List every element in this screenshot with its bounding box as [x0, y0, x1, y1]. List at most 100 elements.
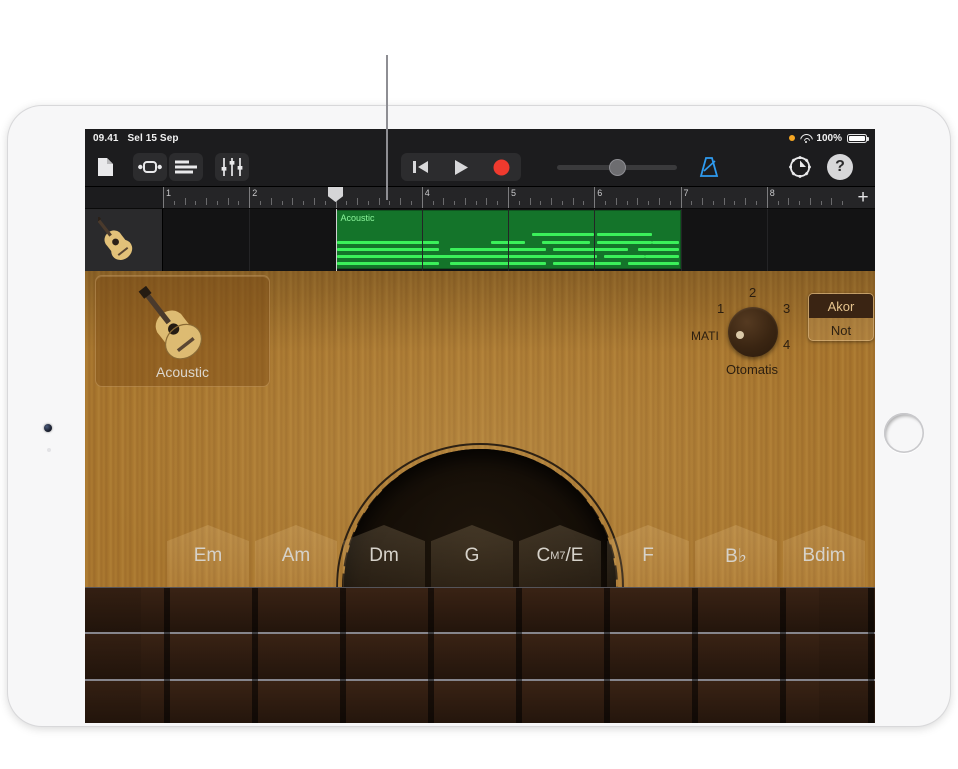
track-lane-divider — [422, 209, 423, 271]
knob-position-2: 2 — [749, 285, 756, 300]
ipad-screen: 09.41 Sel 15 Sep 100% — [85, 129, 875, 723]
autoplay-knob[interactable] — [728, 307, 778, 357]
chord-button-5[interactable]: CM7/E — [519, 525, 601, 587]
ruler-beat-tick — [713, 201, 714, 205]
guitar-string-3[interactable] — [85, 681, 875, 723]
toggle-notes-option[interactable]: Not — [809, 318, 873, 341]
ruler-beat-tick — [379, 198, 380, 205]
record-icon — [493, 159, 510, 176]
midi-note — [433, 255, 556, 258]
ruler-beat-tick — [530, 198, 531, 205]
chord-button-8[interactable]: Bdim — [783, 525, 865, 587]
track-view-button[interactable] — [169, 153, 203, 181]
track-lane-divider — [594, 209, 595, 271]
ruler-bar-number: 5 — [508, 188, 516, 198]
add-track-button[interactable]: + — [853, 188, 873, 208]
ruler-beat-tick — [540, 201, 541, 205]
track-header-acoustic[interactable] — [85, 209, 163, 271]
chord-column-divider — [868, 588, 874, 723]
help-button[interactable]: ? — [827, 154, 853, 180]
callout-leader-line — [386, 55, 388, 200]
status-time: 09.41 — [93, 133, 119, 144]
string-area[interactable] — [85, 587, 875, 723]
ruler-bar-number: 2 — [249, 188, 257, 198]
master-volume-thumb[interactable] — [609, 159, 626, 176]
ruler-beat-tick — [185, 198, 186, 205]
knob-position-1: 1 — [717, 301, 724, 316]
ruler-beat-tick — [831, 198, 832, 205]
ruler-beat-tick — [314, 198, 315, 205]
ruler-bar-number: 8 — [767, 188, 775, 198]
acoustic-guitar-track-icon — [98, 217, 150, 263]
ruler-beat-tick — [519, 201, 520, 205]
ruler-beat-tick — [346, 201, 347, 205]
ruler-bar-number: 1 — [163, 188, 171, 198]
ruler-beat-tick — [724, 198, 725, 205]
guitar-string-1[interactable] — [85, 588, 875, 634]
ruler-bar-number: 4 — [422, 188, 430, 198]
guitar-string-2[interactable] — [85, 634, 875, 680]
midi-note — [597, 233, 652, 236]
midi-note — [501, 255, 528, 258]
chord-column-divider — [604, 588, 610, 723]
ruler-beat-tick — [616, 198, 617, 205]
ipad-device-frame: 09.41 Sel 15 Sep 100% — [8, 106, 950, 726]
chord-root-label: G — [465, 545, 480, 567]
metronome-button[interactable] — [697, 155, 721, 179]
acoustic-guitar-icon — [138, 286, 230, 360]
ruler-beat-tick — [551, 198, 552, 205]
document-icon — [97, 157, 114, 177]
ruler-bars[interactable]: 12345678 — [163, 187, 853, 208]
battery-icon — [847, 134, 867, 143]
chord-button-6[interactable]: F — [607, 525, 689, 587]
ruler-beat-tick — [670, 201, 671, 205]
ruler-beat-tick — [357, 198, 358, 205]
ruler-beat-tick — [842, 201, 843, 205]
ruler-beat-tick — [627, 201, 628, 205]
wifi-icon — [800, 134, 811, 143]
chord-button-7[interactable]: B♭ — [695, 525, 777, 587]
midi-note — [553, 262, 622, 265]
playhead[interactable] — [336, 209, 338, 271]
ruler-beat-tick — [292, 198, 293, 205]
chord-button-1[interactable]: Em — [167, 525, 249, 587]
track-area: Acoustic — [85, 209, 875, 271]
chord-button-4[interactable]: G — [431, 525, 513, 587]
rewind-button[interactable] — [401, 153, 441, 181]
midi-note — [542, 255, 597, 258]
ruler-beat-tick — [465, 198, 466, 205]
midi-note — [604, 255, 645, 258]
rewind-to-start-icon — [413, 160, 429, 174]
home-button[interactable] — [884, 413, 924, 453]
ruler-beat-tick — [659, 198, 660, 205]
chord-root-label: Dm — [369, 545, 399, 567]
ruler-beat-tick — [228, 198, 229, 205]
midi-note — [337, 255, 440, 258]
my-songs-button[interactable] — [91, 153, 119, 181]
track-view-icon — [175, 160, 197, 174]
ruler-header-gap — [85, 187, 163, 208]
master-volume-slider[interactable] — [557, 165, 677, 170]
ruler-beat-tick — [400, 198, 401, 205]
mixer-button[interactable] — [215, 153, 249, 181]
record-button[interactable] — [481, 153, 521, 181]
track-lanes[interactable]: Acoustic — [163, 209, 875, 271]
settings-button[interactable] — [787, 154, 813, 180]
playhead-marker[interactable] — [328, 187, 343, 202]
midi-note — [532, 233, 594, 236]
region-name-label: Acoustic — [341, 213, 375, 223]
instrument-picker-button[interactable]: Acoustic — [95, 275, 270, 387]
chord-button-2[interactable]: Am — [255, 525, 337, 587]
play-button[interactable] — [441, 153, 481, 181]
ruler-beat-tick — [788, 198, 789, 205]
loop-browser-icon — [138, 160, 162, 174]
ruler-beat-tick — [745, 198, 746, 205]
toggle-chords-option[interactable]: Akor — [809, 294, 873, 318]
loop-browser-button[interactable] — [133, 153, 167, 181]
chord-root-label: C — [537, 545, 551, 567]
ruler-beat-tick — [497, 201, 498, 205]
ruler-beat-tick — [799, 201, 800, 205]
chord-root-label: B♭ — [725, 545, 747, 568]
chord-button-3[interactable]: Dm — [343, 525, 425, 587]
track-lane-divider — [249, 209, 250, 271]
